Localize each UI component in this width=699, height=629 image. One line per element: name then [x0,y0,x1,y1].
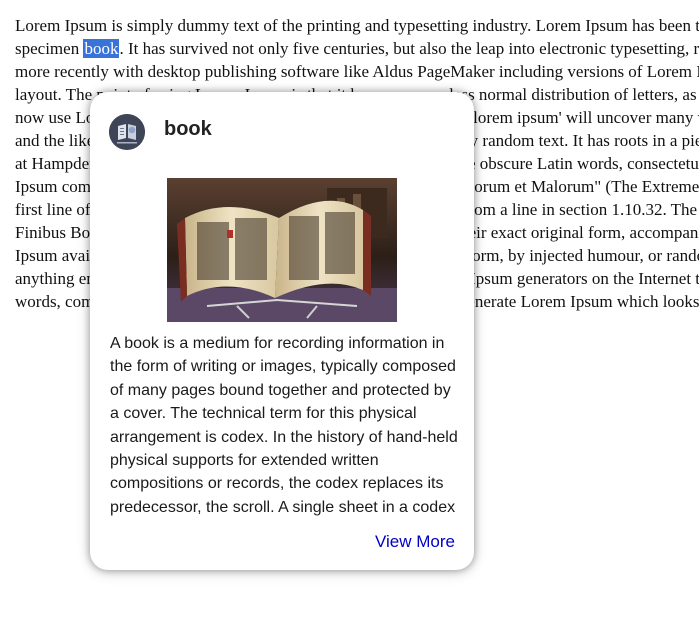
view-more-link[interactable]: View More [375,532,455,552]
line-text-before: specimen [15,39,84,58]
article-line: more recently with desktop publishing so… [15,62,699,81]
open-book-photo [167,178,397,322]
article-line: specimen book. It has survived not only … [15,37,699,60]
definition-popup: book A book is a medium for recording in… [90,92,474,570]
popup-title: book [164,118,212,140]
article-line: Lorem Ipsum is simply dummy text of the … [15,16,699,35]
line-text-after: . It has survived not only five centurie… [119,39,699,58]
page: Lorem Ipsum is simply dummy text of the … [0,0,699,629]
wikipedia-globe-icon [109,114,145,150]
selected-word[interactable]: book [83,39,120,58]
popup-description: A book is a medium for recording informa… [110,335,458,516]
